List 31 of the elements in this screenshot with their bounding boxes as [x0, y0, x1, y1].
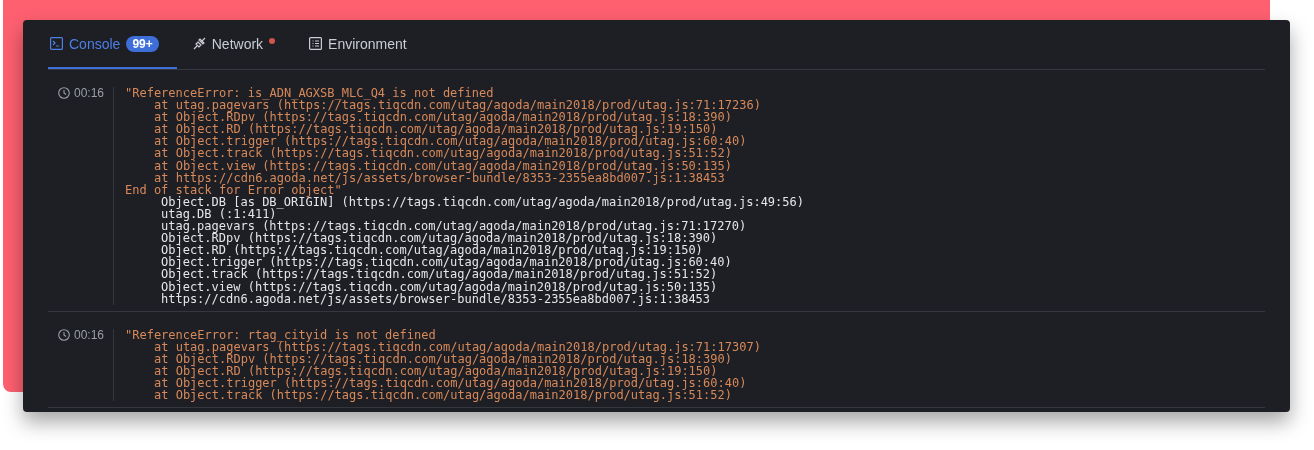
tab[interactable]: Environment [307, 20, 425, 69]
log-line: at Object.trigger (https://tags.tiqcdn.com/utag/agoda/main2018/prod/utag.js:60:40) [154, 377, 747, 390]
log-line: at utag.pagevars (https://tags.tiqcdn.com/utag/agoda/main2018/prod/utag.js:71:17236) [154, 99, 761, 112]
log-line: at Object.view (https://tags.tiqcdn.com/utag/agoda/main2018/prod/utag.js:50:135) [154, 159, 732, 172]
log-line: at Object.track (https://tags.tiqcdn.com/utag/agoda/main2018/prod/utag.js:51:52) [154, 147, 732, 160]
log-line: utag.pagevars (https://tags.tiqcdn.com/utag/agoda/main2018/prod/utag.js:71:17270) [161, 220, 747, 233]
log-line: at Object.track (https://tags.tiqcdn.com/utag/agoda/main2018/prod/utag.js:51:52) [154, 389, 732, 402]
log-line: "ReferenceError: rtag_cityid is not defined [125, 328, 436, 341]
tab[interactable]: Network [190, 20, 294, 69]
log-line: https://cdn6.agoda.net/js/assets/browser-bundle/8353-2355ea8bd007.js:1:38453 [161, 292, 711, 305]
log-line: at https://cdn6.agoda.net/js/assets/browser-bundle/8353-2355ea8bd007.js:1:38453 [154, 171, 725, 184]
timestamp: 00:16 [74, 328, 105, 342]
clock-icon [58, 328, 70, 341]
terminal-icon [50, 37, 63, 50]
log-line: at Object.RDpv (https://tags.tiqcdn.com/utag/agoda/main2018/prod/utag.js:18:390) [154, 352, 732, 365]
log-line: at Object.trigger (https://tags.tiqcdn.com/utag/agoda/main2018/prod/utag.js:60:40) [154, 135, 747, 148]
count-badge: 99+ [126, 35, 159, 52]
log-line: Object.view (https://tags.tiqcdn.com/utag/agoda/main2018/prod/utag.js:50:135) [161, 280, 718, 293]
log-line: Object.RDpv (https://tags.tiqcdn.com/utag/agoda/main2018/prod/utag.js:18:390) [161, 232, 718, 245]
log-line: Object.track (https://tags.tiqcdn.com/utag/agoda/main2018/prod/utag.js:51:52) [161, 268, 718, 281]
log-line: "ReferenceError: is_ADN_AGXSB_MLC_Q4 is not defined [125, 87, 494, 100]
list-icon [309, 37, 323, 50]
log-line: Object.DB [as DB_ORIGIN] (https://tags.tiqcdn.com/utag/agoda/main2018/prod/utag.js:49:56) [161, 195, 804, 208]
tab[interactable]: Console 99+ [48, 20, 177, 69]
plug-icon [192, 37, 206, 50]
log-line: Object.trigger (https://tags.tiqcdn.com/utag/agoda/main2018/prod/utag.js:60:40) [161, 256, 732, 269]
log-line: at Object.RD (https://tags.tiqcdn.com/utag/agoda/main2018/prod/utag.js:19:150) [154, 123, 718, 136]
log-line: at Object.RDpv (https://tags.tiqcdn.com/utag/agoda/main2018/prod/utag.js:18:390) [154, 111, 732, 124]
timestamp: 00:16 [74, 87, 105, 100]
log-line: Object.RD (https://tags.tiqcdn.com/utag/agoda/main2018/prod/utag.js:19:150) [161, 244, 703, 257]
clock-icon [58, 87, 70, 99]
